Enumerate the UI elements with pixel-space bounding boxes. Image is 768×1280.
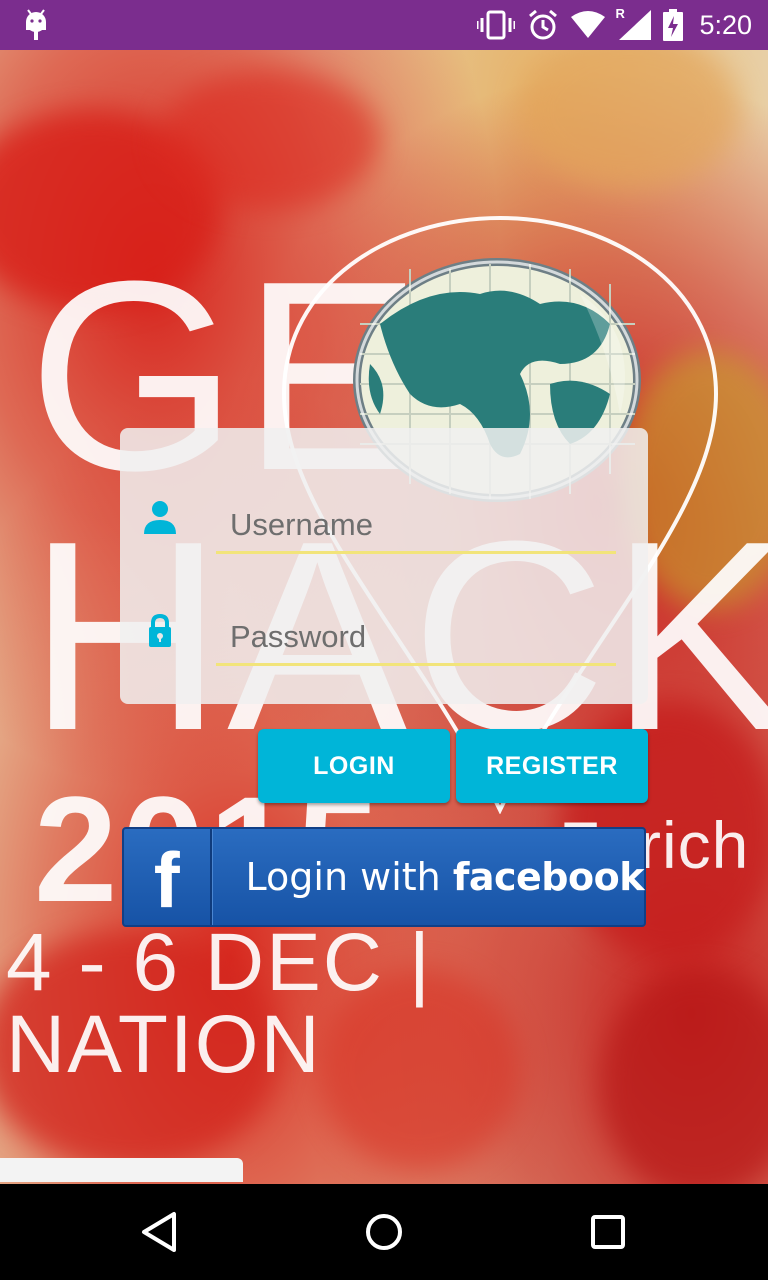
person-icon bbox=[144, 501, 176, 534]
recents-icon[interactable] bbox=[584, 1208, 632, 1256]
poster-dates: 4 - 6 DEC | NATION bbox=[6, 917, 433, 1090]
vibrate-icon bbox=[477, 10, 516, 40]
back-icon[interactable] bbox=[136, 1208, 184, 1256]
username-field[interactable] bbox=[216, 498, 616, 554]
username-row bbox=[120, 498, 648, 568]
facebook-brand-text: facebook bbox=[452, 855, 645, 899]
status-time: 5:20 bbox=[699, 9, 752, 40]
facebook-login-label: Login with facebook bbox=[245, 855, 645, 899]
register-button[interactable]: REGISTER bbox=[456, 729, 648, 803]
bottom-strip bbox=[0, 1158, 243, 1182]
facebook-logo-letter: f bbox=[153, 836, 180, 924]
android-debug-icon bbox=[26, 9, 46, 40]
navigation-bar bbox=[0, 1184, 768, 1280]
home-icon[interactable] bbox=[360, 1208, 408, 1256]
password-field[interactable] bbox=[216, 610, 616, 666]
lock-icon bbox=[149, 614, 171, 647]
wifi-icon bbox=[571, 11, 606, 38]
facebook-logo-icon: f bbox=[124, 829, 212, 925]
signal-icon: R bbox=[615, 6, 652, 40]
roaming-indicator: R bbox=[615, 6, 625, 21]
password-row bbox=[120, 610, 648, 680]
login-card bbox=[120, 428, 648, 704]
facebook-login-prefix: Login with bbox=[245, 855, 453, 899]
facebook-login-button[interactable]: f Login with facebook bbox=[122, 827, 646, 927]
status-bar: R 5:20 bbox=[0, 0, 768, 50]
battery-charging-icon bbox=[663, 9, 684, 41]
alarm-icon bbox=[529, 9, 558, 40]
login-button[interactable]: LOGIN bbox=[258, 729, 450, 803]
